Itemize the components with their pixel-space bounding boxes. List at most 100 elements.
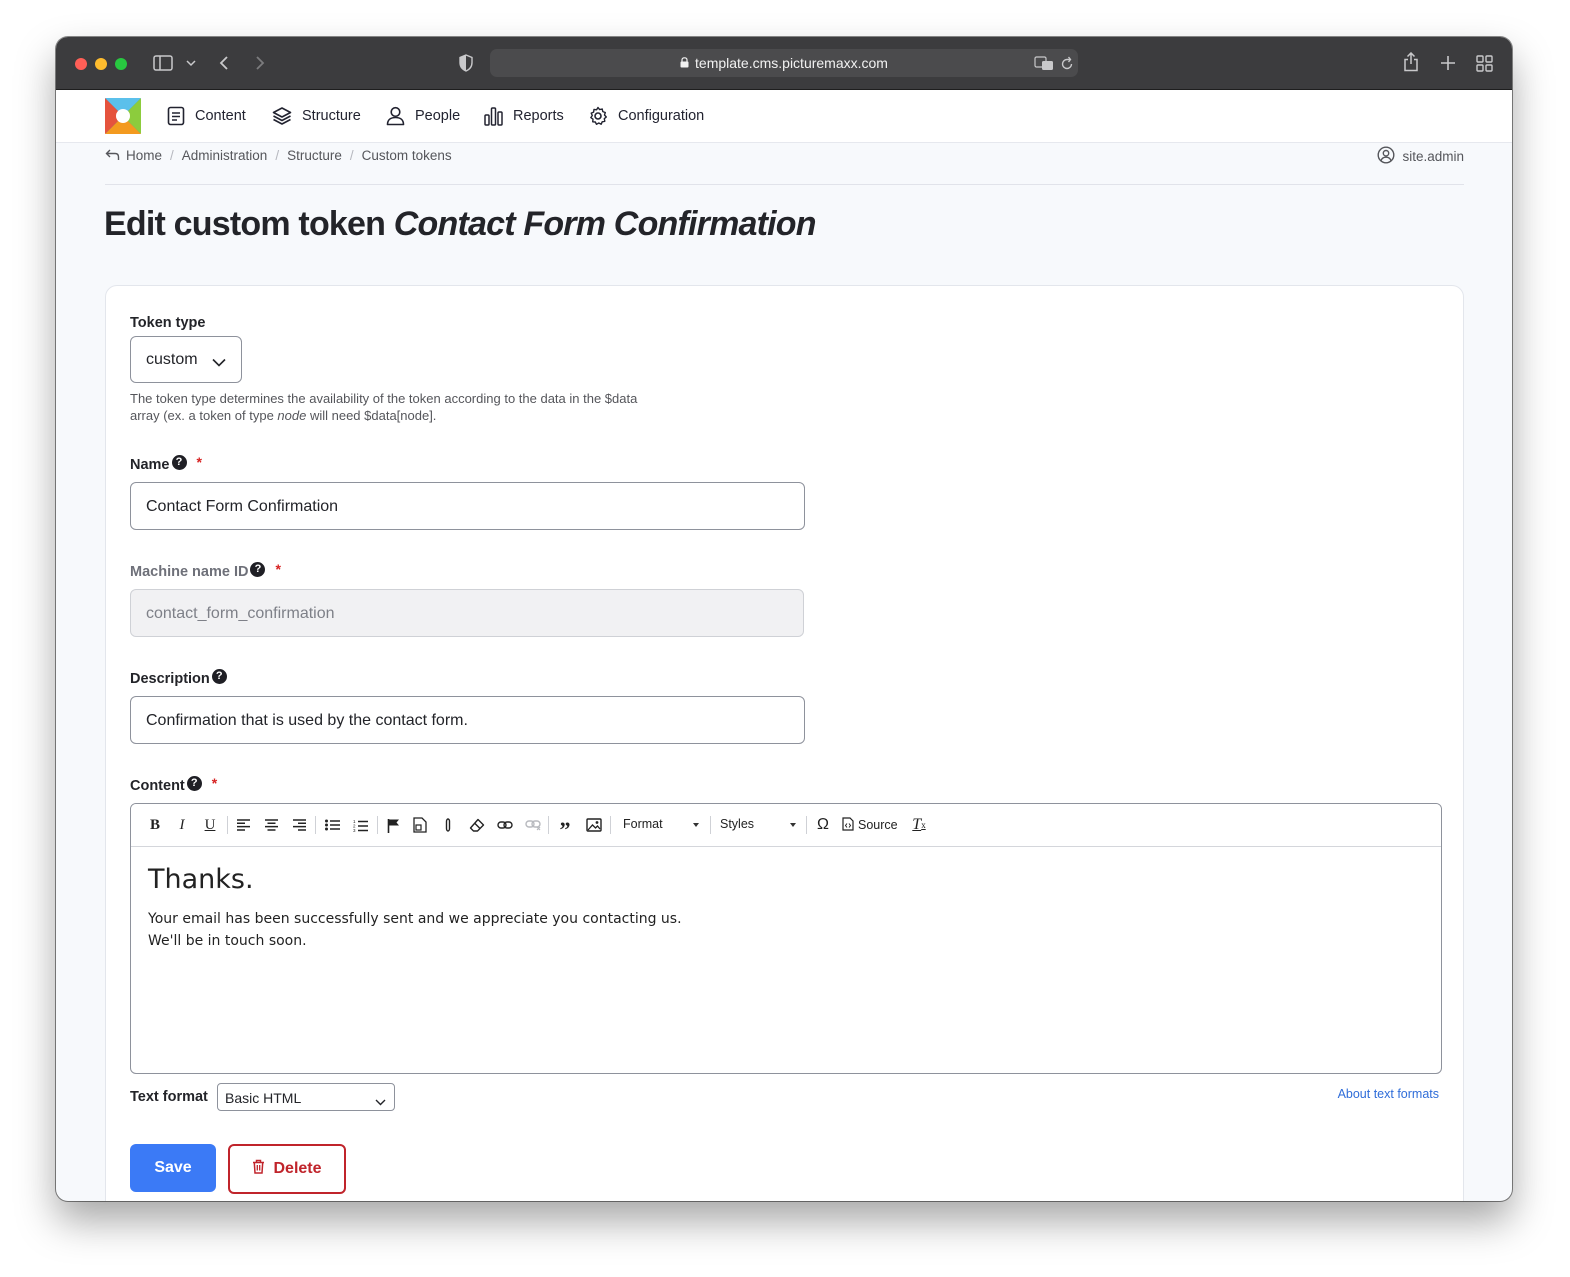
- breadcrumb: Home / Administration / Structure / Cust…: [105, 147, 452, 163]
- description-input[interactable]: Confirmation that is used by the contact…: [130, 696, 805, 744]
- shield-icon[interactable]: [458, 54, 474, 72]
- attachment-icon[interactable]: [441, 816, 455, 834]
- toolbar-separator: [377, 816, 378, 834]
- close-window-button[interactable]: [75, 58, 87, 70]
- token-type-description: The token type determines the availabili…: [130, 390, 670, 424]
- content-line-1: Your email has been successfully sent an…: [148, 911, 682, 927]
- text-format-label: Text format: [130, 1089, 208, 1105]
- help-icon[interactable]: ?: [171, 454, 187, 470]
- share-icon[interactable]: [1403, 52, 1419, 72]
- required-marker: *: [275, 561, 281, 577]
- styles-dropdown[interactable]: Styles: [720, 817, 800, 831]
- nav-structure[interactable]: Structure: [272, 105, 361, 127]
- breadcrumb-home[interactable]: Home: [126, 148, 162, 163]
- about-text-formats-link[interactable]: About text formats: [1338, 1087, 1439, 1101]
- align-left-icon[interactable]: [236, 816, 250, 834]
- help-icon[interactable]: ?: [211, 668, 227, 684]
- breadcrumb-administration[interactable]: Administration: [182, 148, 268, 163]
- toolbar-separator: [227, 816, 228, 834]
- nav-reports-label: Reports: [513, 108, 564, 124]
- token-type-label-text: Token type: [130, 315, 206, 331]
- content-label: Content ? *: [130, 775, 217, 794]
- editor-content-area[interactable]: Thanks. Your email has been successfully…: [148, 864, 1424, 952]
- paste-document-icon[interactable]: [412, 816, 428, 834]
- translate-icon[interactable]: [1034, 55, 1054, 71]
- back-arrow-icon[interactable]: [219, 55, 229, 71]
- user-menu[interactable]: site.admin: [1377, 146, 1464, 167]
- reload-icon[interactable]: [1060, 55, 1074, 71]
- nav-configuration-label: Configuration: [618, 108, 705, 124]
- delete-button[interactable]: Delete: [228, 1144, 346, 1194]
- editor-toolbar: B I U 123 ” Format Styles Ω Source T x: [131, 804, 1441, 847]
- text-format-select[interactable]: Basic HTML: [217, 1083, 395, 1111]
- align-center-icon[interactable]: [264, 816, 278, 834]
- zoom-window-button[interactable]: [115, 58, 127, 70]
- unlink-icon: [524, 816, 541, 834]
- new-tab-icon[interactable]: [1440, 55, 1456, 71]
- forward-arrow-icon[interactable]: [255, 55, 265, 71]
- caret-down-icon: [693, 823, 699, 827]
- minimize-window-button[interactable]: [95, 58, 107, 70]
- bar-chart-icon: [484, 106, 503, 126]
- flag-icon[interactable]: [385, 816, 401, 834]
- name-label: Name ? *: [130, 454, 202, 473]
- nav-structure-label: Structure: [302, 108, 361, 124]
- breadcrumb-separator: /: [170, 147, 174, 163]
- breadcrumb-separator: /: [275, 147, 280, 163]
- trash-icon: [252, 1159, 265, 1179]
- help-icon[interactable]: ?: [250, 561, 266, 577]
- breadcrumb-custom-tokens[interactable]: Custom tokens: [362, 148, 452, 163]
- machine-name-label-text: Machine name ID: [130, 564, 249, 580]
- nav-people-label: People: [415, 108, 461, 124]
- url-text: template.cms.picturemaxx.com: [695, 55, 888, 71]
- format-dropdown-label: Format: [623, 817, 663, 831]
- sidebar-toggle-icon[interactable]: [153, 55, 175, 71]
- toolbar-separator: [806, 816, 807, 834]
- content-label-text: Content: [130, 778, 185, 794]
- eraser-icon[interactable]: [468, 816, 485, 834]
- browser-titlebar: template.cms.picturemaxx.com: [56, 37, 1512, 90]
- user-name: site.admin: [1402, 149, 1464, 164]
- source-button[interactable]: Source: [842, 816, 898, 834]
- save-button[interactable]: Save: [130, 1144, 216, 1192]
- user-circle-icon: [1377, 146, 1395, 167]
- address-bar[interactable]: template.cms.picturemaxx.com: [490, 49, 1078, 77]
- link-icon[interactable]: [496, 816, 513, 834]
- name-label-text: Name: [130, 457, 170, 473]
- description-input-value: Confirmation that is used by the contact…: [146, 712, 468, 729]
- italic-icon[interactable]: I: [175, 816, 189, 834]
- format-dropdown[interactable]: Format: [623, 817, 703, 831]
- nav-content[interactable]: Content: [167, 105, 246, 127]
- align-right-icon[interactable]: [292, 816, 306, 834]
- tab-overview-icon[interactable]: [1476, 55, 1493, 72]
- bulleted-list-icon[interactable]: [324, 816, 340, 834]
- styles-dropdown-label: Styles: [720, 817, 755, 831]
- content-line-2: We'll be in touch soon.: [148, 933, 307, 949]
- gear-icon: [588, 106, 608, 126]
- chevron-down-icon: [375, 1093, 386, 1109]
- numbered-list-icon[interactable]: 123: [352, 816, 368, 834]
- nav-people[interactable]: People: [386, 105, 460, 127]
- special-character-icon[interactable]: Ω: [815, 816, 831, 834]
- toolbar-separator: [610, 816, 611, 834]
- description-label-text: Description: [130, 671, 210, 687]
- token-type-value: custom: [146, 351, 198, 368]
- nav-reports[interactable]: Reports: [484, 105, 564, 127]
- machine-name-input-value: contact_form_confirmation: [146, 605, 335, 622]
- site-logo[interactable]: [105, 98, 141, 134]
- image-icon[interactable]: [585, 816, 602, 834]
- nav-configuration[interactable]: Configuration: [588, 105, 704, 127]
- caret-down-icon: [790, 823, 796, 827]
- help-icon[interactable]: ?: [186, 775, 202, 791]
- bold-icon[interactable]: B: [148, 816, 162, 834]
- underline-icon[interactable]: U: [203, 816, 217, 834]
- breadcrumb-structure[interactable]: Structure: [287, 148, 342, 163]
- token-type-select[interactable]: custom: [130, 336, 242, 383]
- name-input[interactable]: Contact Form Confirmation: [130, 482, 805, 530]
- chevron-down-icon[interactable]: [186, 59, 196, 67]
- breadcrumb-separator: /: [349, 147, 354, 163]
- description-label: Description ?: [130, 668, 227, 687]
- remove-format-icon[interactable]: Tx: [911, 816, 927, 834]
- blockquote-icon[interactable]: ”: [557, 816, 573, 842]
- back-arrow-icon[interactable]: [105, 149, 120, 161]
